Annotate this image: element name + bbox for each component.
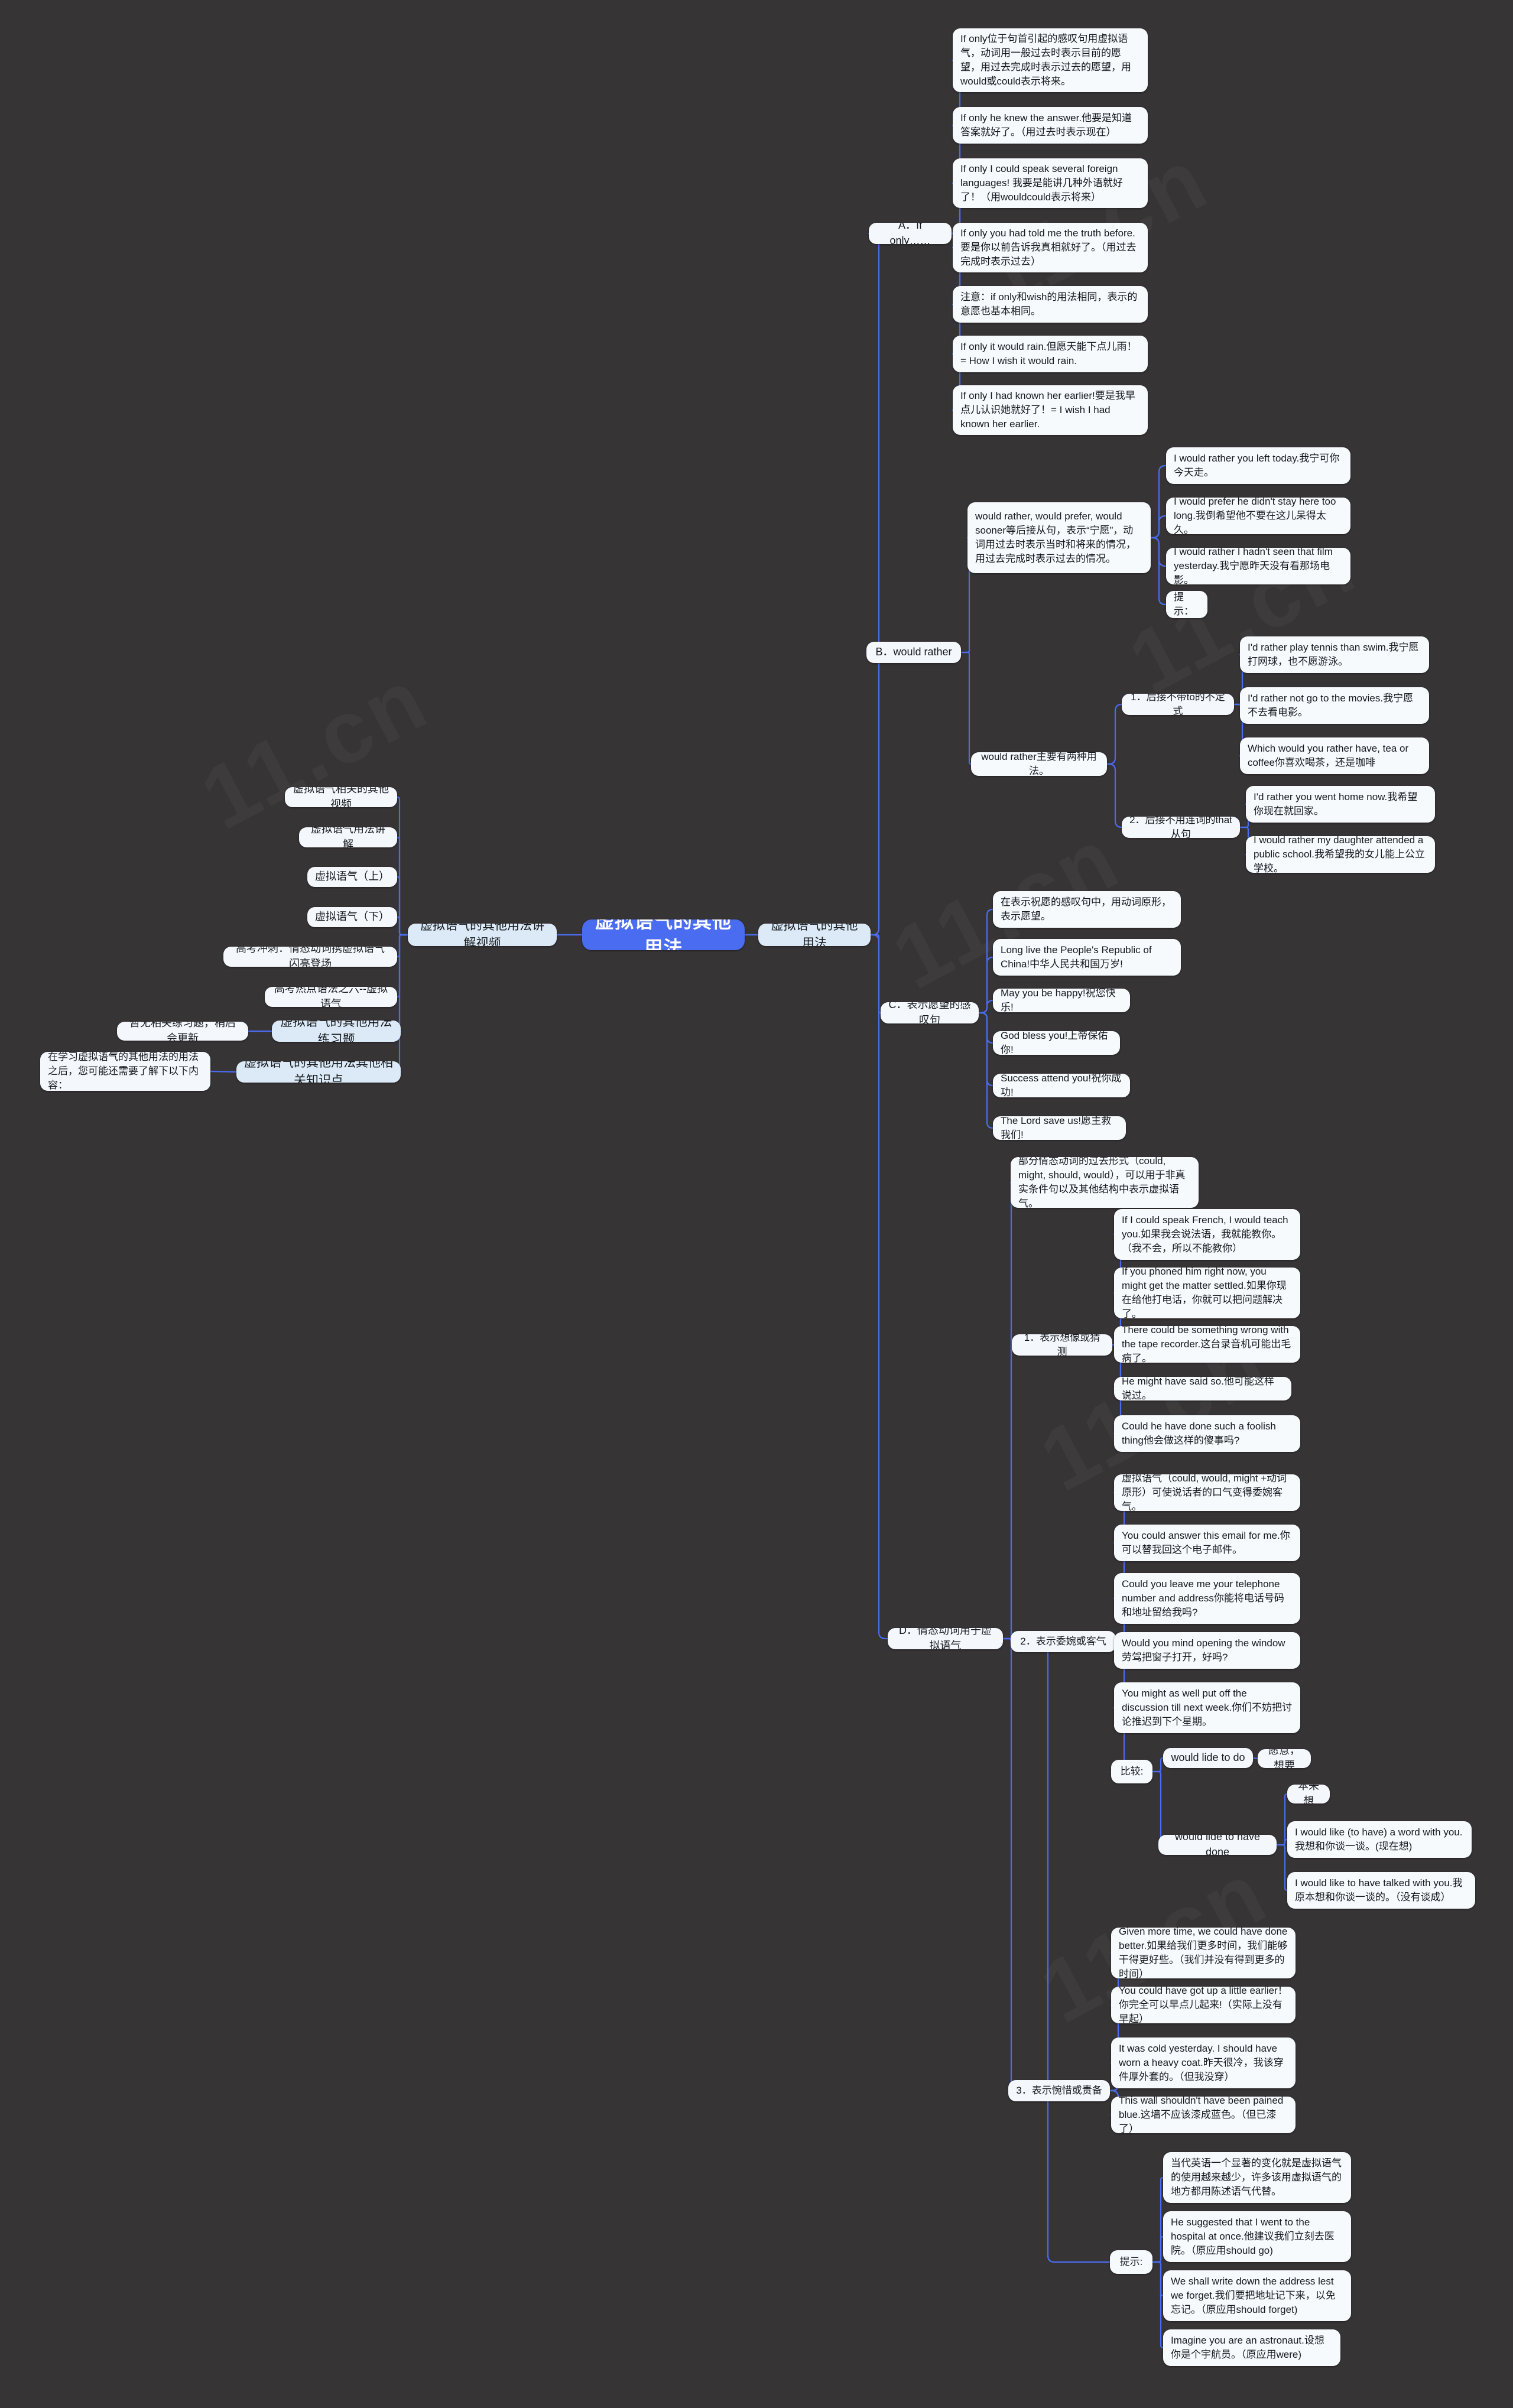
compare-example[interactable]: I would like to have talked with you.我原本… bbox=[1287, 1872, 1475, 1909]
left-video-item[interactable]: 虚拟语气用法讲解 bbox=[299, 827, 397, 847]
left-related-node[interactable]: 虚拟语气的其他用法其他相关知识点 bbox=[236, 1061, 401, 1083]
branch-c-label[interactable]: C．表示愿望的感叹句 bbox=[881, 1002, 979, 1023]
left-exercise-child[interactable]: 暂无相关练习题，稍后会更新 bbox=[117, 1022, 248, 1041]
left-exercise-node[interactable]: 虚拟语气的其他用法练习题 bbox=[272, 1021, 401, 1042]
branch-a-item[interactable]: If only it would rain.但愿天能下点儿雨！= How I w… bbox=[953, 336, 1148, 372]
branch-d-hint-item[interactable]: Imagine you are an astronaut.设想你是个宇航员。（原… bbox=[1163, 2329, 1340, 2366]
branch-b-item[interactable]: I would prefer he didn't stay here too l… bbox=[1166, 498, 1350, 534]
watermark: 11.cn bbox=[185, 647, 444, 850]
compare-meaning[interactable]: 本来想 bbox=[1287, 1785, 1330, 1803]
left-video-hub[interactable]: 虚拟语气的其他用法讲解视频 bbox=[408, 924, 557, 946]
branch-d-item[interactable]: Would you mind opening the window劳驾把窗子打开… bbox=[1114, 1632, 1300, 1669]
mindmap-canvas: 11.cn 11.cn 11.cn 11.cn 11.cn 11.cn 虚拟语气… bbox=[0, 0, 1513, 2408]
branch-a-item[interactable]: If only位于句首引起的感叹句用虚拟语气，动词用一般过去时表示目前的愿望，用… bbox=[953, 28, 1148, 92]
left-video-item[interactable]: 虚拟语气（下） bbox=[307, 907, 397, 927]
branch-c-item[interactable]: Long live the People's Republic of China… bbox=[993, 939, 1181, 976]
branch-b-item[interactable]: Which would you rather have, tea or coff… bbox=[1240, 737, 1429, 774]
branch-b-group-label[interactable]: would rather, would prefer, would sooner… bbox=[967, 502, 1151, 573]
branch-d-hint-item[interactable]: He suggested that I went to the hospital… bbox=[1163, 2211, 1351, 2262]
branch-d-hint-item[interactable]: We shall write down the address lest we … bbox=[1163, 2270, 1351, 2321]
branch-b-item[interactable]: I would rather you left today.我宁可你今天走。 bbox=[1166, 447, 1350, 484]
branch-d-item[interactable]: Could you leave me your telephone number… bbox=[1114, 1573, 1300, 1624]
branch-d-group-label[interactable]: 3．表示惋惜或责备 bbox=[1008, 2080, 1110, 2101]
compare-meaning[interactable]: 愿意，想要 bbox=[1258, 1749, 1311, 1768]
root-node[interactable]: 虚拟语气的其他用法 bbox=[582, 919, 745, 950]
left-video-item[interactable]: 高考冲刺：情态动词携虚拟语气闪亮登场 bbox=[223, 947, 397, 967]
left-related-child[interactable]: 在学习虚拟语气的其他用法的用法之后，您可能还需要了解下以下内容： bbox=[40, 1052, 210, 1091]
branch-b-label[interactable]: B．would rather bbox=[866, 642, 961, 663]
branch-d-item[interactable]: 虚拟语气（could, would, might +动词原形）可使说话者的口气变… bbox=[1114, 1474, 1300, 1511]
branch-d-item[interactable]: If you phoned him right now, you might g… bbox=[1114, 1268, 1300, 1318]
branch-c-item[interactable]: Success attend you!祝你成功! bbox=[993, 1074, 1130, 1097]
branch-d-item[interactable]: Could he have done such a foolish thing他… bbox=[1114, 1415, 1300, 1452]
branch-a-label[interactable]: A．If only…… bbox=[869, 223, 952, 244]
branch-b-item[interactable]: I would rather I hadn't seen that film y… bbox=[1166, 548, 1350, 584]
watermark: 11.cn bbox=[1113, 511, 1372, 714]
branch-d-label[interactable]: D．情态动词用于虚拟语气 bbox=[888, 1628, 1003, 1649]
branch-a-item[interactable]: If only I could speak several foreign la… bbox=[953, 158, 1148, 208]
branch-b-item[interactable]: I would rather my daughter attended a pu… bbox=[1246, 836, 1435, 873]
branch-d-item[interactable]: You could have got up a little earlier！你… bbox=[1111, 1987, 1296, 2023]
branch-d-item[interactable]: It was cold yesterday. I should have wor… bbox=[1111, 2037, 1296, 2088]
branch-d-intro[interactable]: 部分情态动词的过去形式（could, might, should, would）… bbox=[1011, 1157, 1199, 1208]
branch-d-item[interactable]: This wall shouldn't have been pained blu… bbox=[1111, 2097, 1296, 2133]
branch-d-item[interactable]: You might as well put off the discussion… bbox=[1114, 1682, 1300, 1733]
left-video-item[interactable]: 虚拟语气相关的其他视频 bbox=[285, 787, 397, 807]
branch-b-item[interactable]: I'd rather not go to the movies.我宁愿不去看电影… bbox=[1240, 687, 1429, 724]
branch-d-hint-label[interactable]: 提示: bbox=[1110, 2250, 1152, 2274]
branch-b-group-label[interactable]: would rather主要有两种用法。 bbox=[971, 752, 1107, 776]
branch-a-item[interactable]: If only you had told me the truth before… bbox=[953, 223, 1148, 272]
compare-form[interactable]: would lide to have done bbox=[1158, 1835, 1277, 1855]
left-video-item[interactable]: 高考热点语法之六--虚拟语气 bbox=[265, 987, 397, 1007]
branch-a-item[interactable]: 注意：if only和wish的用法相同，表示的意愿也基本相同。 bbox=[953, 286, 1148, 323]
branch-d-hint-item[interactable]: 当代英语一个显著的变化就是虚拟语气的使用越来越少，许多该用虚拟语气的地方都用陈述… bbox=[1163, 2152, 1351, 2203]
compare-label[interactable]: 比较: bbox=[1111, 1760, 1152, 1783]
branch-d-item[interactable]: There could be something wrong with the … bbox=[1114, 1326, 1300, 1363]
branch-d-group-label[interactable]: 2．表示委婉或客气 bbox=[1011, 1631, 1116, 1652]
branch-d-item[interactable]: If I could speak French, I would teach y… bbox=[1114, 1209, 1300, 1260]
branch-d-item[interactable]: You could answer this email for me.你可以替我… bbox=[1114, 1525, 1300, 1561]
branch-b-subgroup-label[interactable]: 1．后接不带to的不定式 bbox=[1122, 694, 1234, 715]
right-hub[interactable]: 虚拟语气的其他用法 bbox=[758, 924, 871, 946]
compare-form[interactable]: would lide to do bbox=[1163, 1748, 1253, 1768]
branch-b-item[interactable]: I'd rather you went home now.我希望你现在就回家。 bbox=[1246, 786, 1435, 823]
left-video-item[interactable]: 虚拟语气（上） bbox=[307, 867, 397, 887]
branch-a-item[interactable]: If only he knew the answer.他要是知道答案就好了。（用… bbox=[953, 107, 1148, 144]
branch-d-item[interactable]: He might have said so.他可能这样说过。 bbox=[1114, 1377, 1291, 1400]
branch-c-item[interactable]: The Lord save us!愿主救我们! bbox=[993, 1116, 1126, 1140]
branch-b-item[interactable]: I'd rather play tennis than swim.我宁愿打网球，… bbox=[1240, 636, 1429, 673]
branch-b-subgroup-label[interactable]: 2．后接不用连词的that从句 bbox=[1122, 817, 1240, 838]
branch-b-hint[interactable]: 提示： bbox=[1166, 591, 1207, 618]
compare-example[interactable]: I would like (to have) a word with you.我… bbox=[1287, 1821, 1472, 1858]
branch-c-item[interactable]: May you be happy!祝您快乐! bbox=[993, 989, 1130, 1012]
branch-c-item[interactable]: God bless you!上帝保佑你! bbox=[993, 1031, 1120, 1055]
branch-c-item[interactable]: 在表示祝愿的感叹句中，用动词原形，表示愿望。 bbox=[993, 891, 1181, 928]
branch-a-item[interactable]: If only I had known her earlier!要是我早点儿认识… bbox=[953, 385, 1148, 435]
branch-d-group-label[interactable]: 1．表示想像或猜测 bbox=[1012, 1334, 1112, 1356]
branch-d-item[interactable]: Given more time, we could have done bett… bbox=[1111, 1928, 1296, 1978]
